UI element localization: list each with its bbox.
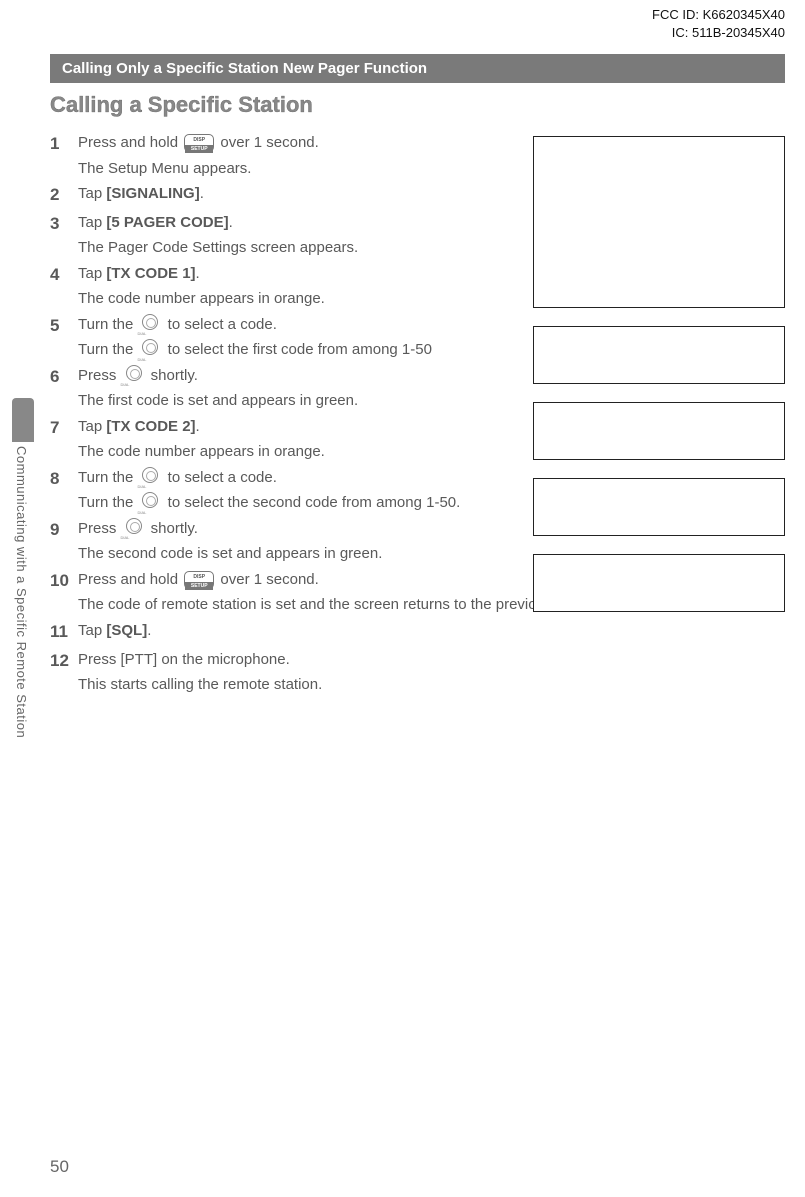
side-tab-marker <box>12 398 34 442</box>
section-bar: Calling Only a Specific Station New Page… <box>50 54 785 83</box>
text: shortly. <box>147 520 198 537</box>
text: Turn the <box>78 469 137 486</box>
text: The code number appears in orange. <box>78 286 520 312</box>
text: over 1 second. <box>216 134 319 151</box>
text: . <box>229 214 233 231</box>
screenshot-placeholder-4 <box>533 478 785 536</box>
dial-knob-icon: DIAL <box>123 365 145 387</box>
step-2: 2 Tap [SIGNALING]. <box>50 181 520 210</box>
text: . <box>200 185 204 202</box>
text: Turn the <box>78 341 137 358</box>
text: to select a code. <box>163 316 276 333</box>
text: Tap <box>78 622 106 639</box>
text: to select the first code from among 1-50 <box>163 341 431 358</box>
text: The Pager Code Settings screen appears. <box>78 235 520 261</box>
side-tab-label: Communicating with a Specific Remote Sta… <box>14 446 29 738</box>
dial-knob-icon: DIAL <box>139 314 161 336</box>
step-6: 6 Press DIAL shortly. The first code is … <box>50 363 520 414</box>
screenshot-placeholder-3 <box>533 402 785 460</box>
text: Press [PTT] on the microphone. <box>78 651 290 668</box>
step-9: 9 Press DIAL shortly. The second code is… <box>50 516 520 567</box>
text: . <box>196 418 200 435</box>
text-bold: [TX CODE 2] <box>106 418 195 435</box>
screenshot-placeholder-1 <box>533 136 785 308</box>
ic-id: IC: 511B-20345X40 <box>652 24 785 42</box>
text: shortly. <box>147 367 198 384</box>
text: Tap <box>78 185 106 202</box>
text: The second code is set and appears in gr… <box>78 541 520 567</box>
text: Turn the <box>78 316 137 333</box>
steps-list: 1 Press and hold over 1 second. The Setu… <box>50 130 520 698</box>
text: Press and hold <box>78 134 182 151</box>
step-5: 5 Turn the DIAL to select a code. Turn t… <box>50 312 520 363</box>
text: This starts calling the remote station. <box>78 672 520 698</box>
text: Tap <box>78 265 106 282</box>
step-7: 7 Tap [TX CODE 2]. The code number appea… <box>50 414 520 465</box>
text: over 1 second. <box>216 571 319 588</box>
text: . <box>196 265 200 282</box>
fcc-id: FCC ID: K6620345X40 <box>652 6 785 24</box>
dial-knob-icon: DIAL <box>139 467 161 489</box>
step-8: 8 Turn the DIAL to select a code. Turn t… <box>50 465 520 516</box>
text: The first code is set and appears in gre… <box>78 388 520 414</box>
step-1: 1 Press and hold over 1 second. The Setu… <box>50 130 520 181</box>
text-bold: [SIGNALING] <box>106 185 199 202</box>
text: . <box>147 622 151 639</box>
step-11: 11 Tap [SQL]. <box>50 618 520 647</box>
dial-knob-icon: DIAL <box>139 339 161 361</box>
text: Press <box>78 520 121 537</box>
text: to select the second code from among 1-5… <box>163 494 460 511</box>
text: Turn the <box>78 494 137 511</box>
text: Turn the DIAL to select the first code f… <box>78 337 520 363</box>
dial-knob-icon: DIAL <box>139 492 161 514</box>
text: to select a code. <box>163 469 276 486</box>
text-bold: [TX CODE 1] <box>106 265 195 282</box>
text: Press and hold <box>78 571 182 588</box>
header-ids: FCC ID: K6620345X40 IC: 511B-20345X40 <box>652 6 785 41</box>
step-4: 4 Tap [TX CODE 1]. The code number appea… <box>50 261 520 312</box>
section-title: Calling a Specific Station <box>50 92 313 118</box>
text: Press <box>78 367 121 384</box>
text: Tap <box>78 418 106 435</box>
disp-setup-key-icon <box>184 134 214 152</box>
page-number: 50 <box>50 1157 69 1177</box>
step-12: 12 Press [PTT] on the microphone. This s… <box>50 647 520 698</box>
dial-knob-icon: DIAL <box>123 518 145 540</box>
text: The Setup Menu appears. <box>78 156 520 182</box>
step-3: 3 Tap [5 PAGER CODE]. The Pager Code Set… <box>50 210 520 261</box>
screenshot-placeholder-2 <box>533 326 785 384</box>
disp-setup-key-icon <box>184 571 214 589</box>
side-tab: Communicating with a Specific Remote Sta… <box>12 398 34 818</box>
text: Turn the DIAL to select the second code … <box>78 490 520 516</box>
text-bold: [SQL] <box>106 622 147 639</box>
text-bold: [5 PAGER CODE] <box>106 214 228 231</box>
text: The code number appears in orange. <box>78 439 520 465</box>
text: Tap <box>78 214 106 231</box>
screenshot-placeholder-5 <box>533 554 785 612</box>
